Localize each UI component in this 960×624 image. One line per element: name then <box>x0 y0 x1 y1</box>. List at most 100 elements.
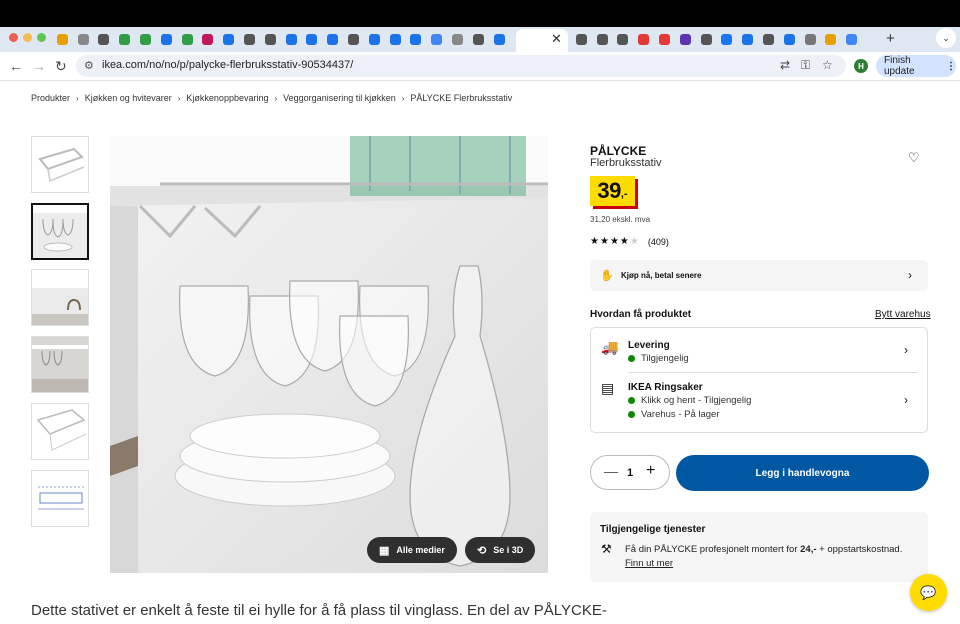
tab-favicon[interactable] <box>654 29 675 49</box>
star-icon: ★ <box>609 236 619 247</box>
thumbnail-shelf[interactable] <box>31 336 89 393</box>
product-long-description: Dette stativet er enkelt å feste til ei … <box>31 602 607 619</box>
password-key-icon[interactable]: ⚿ <box>801 58 810 73</box>
price-excluding-vat: 31,20 ekskl. mva <box>590 215 651 224</box>
star-empty-icon: ★ <box>629 236 639 247</box>
screen-top-bar <box>0 0 960 27</box>
close-window-button[interactable] <box>9 33 18 42</box>
tab-favicon[interactable] <box>592 29 613 49</box>
learn-more-link[interactable]: Finn ut mer <box>625 558 673 569</box>
chevron-right-icon: › <box>908 268 912 282</box>
tab-favicon[interactable] <box>489 29 510 49</box>
url-text[interactable]: ikea.com/no/no/p/palycke-flerbruksstativ… <box>102 59 353 71</box>
tab-favicon[interactable] <box>177 29 198 49</box>
chevron-right-icon: › <box>401 93 405 103</box>
tab-favicon[interactable] <box>675 29 696 49</box>
close-tab-icon[interactable]: ✕ <box>551 31 562 47</box>
back-arrow-icon[interactable]: ← <box>9 58 23 74</box>
add-to-cart-button[interactable]: Legg i handlevogna <box>676 455 929 491</box>
product-main-image[interactable] <box>110 136 548 573</box>
new-tab-button[interactable]: + <box>886 30 895 47</box>
tab-favicon[interactable] <box>426 29 447 49</box>
more-menu-icon: ⋮ <box>946 60 956 72</box>
view-3d-button[interactable]: ⟲ Se i 3D <box>465 537 536 563</box>
tab-favicon[interactable] <box>73 29 94 49</box>
tab-favicon[interactable] <box>322 29 343 49</box>
tab-favicon[interactable] <box>468 29 489 49</box>
breadcrumb-item[interactable]: Produkter <box>31 93 70 103</box>
tab-favicon[interactable] <box>114 29 135 49</box>
tab-favicon[interactable] <box>779 29 800 49</box>
tab-favicon[interactable] <box>364 29 385 49</box>
buy-now-pay-later-label: Kjøp nå, betal senere <box>621 271 702 280</box>
finish-update-button[interactable]: Finish update ⋮ <box>876 55 956 77</box>
favorite-heart-icon[interactable]: ♡ <box>908 150 920 166</box>
star-icon: ★ <box>619 236 629 247</box>
breadcrumb-item[interactable]: Veggorganisering til kjøkken <box>283 93 396 103</box>
minimize-window-button[interactable] <box>23 33 32 42</box>
site-settings-icon[interactable]: ⚙ <box>84 59 94 72</box>
thumbnail-kitchen[interactable] <box>31 269 89 326</box>
tab-favicon[interactable] <box>343 29 364 49</box>
maximize-window-button[interactable] <box>37 33 46 42</box>
available-dot <box>628 397 635 404</box>
profile-avatar[interactable]: H <box>854 59 868 73</box>
price-decimal: ,- <box>620 188 628 200</box>
tab-favicon[interactable] <box>447 29 468 49</box>
quantity-value[interactable]: 1 <box>627 467 633 479</box>
thumbnail-product[interactable] <box>31 136 89 193</box>
bookmark-star-icon[interactable]: ☆ <box>822 58 833 72</box>
tab-favicon[interactable] <box>571 29 592 49</box>
reload-icon[interactable]: ↻ <box>55 58 67 75</box>
fulfillment-title: Hvordan få produktet <box>590 309 692 320</box>
thumbnail-drawing[interactable] <box>31 403 89 460</box>
tab-favicon[interactable] <box>758 29 779 49</box>
tab-favicon[interactable] <box>613 29 634 49</box>
divider <box>628 372 918 373</box>
tab-search-chevron-icon[interactable]: ⌄ <box>936 28 956 48</box>
tab-favicon[interactable] <box>717 29 738 49</box>
decrease-quantity-button[interactable]: — <box>604 463 618 479</box>
translate-icon[interactable]: ⇄ <box>780 58 790 72</box>
quantity-stepper: — 1 + <box>590 455 670 490</box>
tab-favicon[interactable] <box>821 29 842 49</box>
tab-favicon[interactable] <box>52 29 73 49</box>
tab-favicon[interactable] <box>633 29 654 49</box>
tab-favicon[interactable] <box>737 29 758 49</box>
other-tabs <box>571 29 862 49</box>
tab-favicon[interactable] <box>239 29 260 49</box>
thumbnail-glasses[interactable] <box>31 203 89 260</box>
tab-favicon[interactable] <box>800 29 821 49</box>
tab-favicon[interactable] <box>281 29 302 49</box>
tab-favicon[interactable] <box>302 29 323 49</box>
assembly-tool-icon: ⚒ <box>601 542 612 556</box>
assembly-price: 24,- <box>800 544 817 555</box>
buy-now-pay-later-banner[interactable]: ✋ Kjøp nå, betal senere › <box>590 260 928 291</box>
hand-coin-icon: ✋ <box>600 270 614 282</box>
star-icon: ★ <box>599 236 609 247</box>
tab-favicon[interactable] <box>841 29 862 49</box>
rating-count: (409) <box>647 236 669 247</box>
tab-favicon[interactable] <box>198 29 219 49</box>
tab-favicon[interactable] <box>385 29 406 49</box>
delivery-status: Tilgjengelig <box>628 353 689 364</box>
all-media-button[interactable]: ▦ Alle medier <box>367 537 457 563</box>
tab-favicon[interactable] <box>94 29 115 49</box>
chat-button[interactable]: 💬 <box>910 574 947 611</box>
tab-favicon[interactable] <box>260 29 281 49</box>
finish-update-label: Finish update <box>884 55 915 77</box>
thumbnail-dimensions[interactable] <box>31 470 89 527</box>
truck-icon: 🚚 <box>601 339 619 355</box>
tab-favicon[interactable] <box>156 29 177 49</box>
tab-favicon[interactable] <box>696 29 717 49</box>
switch-store-link[interactable]: Bytt varehus <box>875 309 931 320</box>
tab-favicon[interactable] <box>218 29 239 49</box>
increase-quantity-button[interactable]: + <box>646 462 655 480</box>
breadcrumb-item[interactable]: Kjøkkenoppbevaring <box>186 93 268 103</box>
forward-arrow-icon[interactable]: → <box>32 58 46 74</box>
rating[interactable]: ★ ★ ★ ★ ★ (409) <box>590 236 669 247</box>
breadcrumb-item[interactable]: Kjøkken og hvitevarer <box>85 93 172 103</box>
assembly-service-text: Få din PÅLYCKE profesjonelt montert for … <box>625 544 903 569</box>
tab-favicon[interactable] <box>135 29 156 49</box>
tab-favicon[interactable] <box>406 29 427 49</box>
